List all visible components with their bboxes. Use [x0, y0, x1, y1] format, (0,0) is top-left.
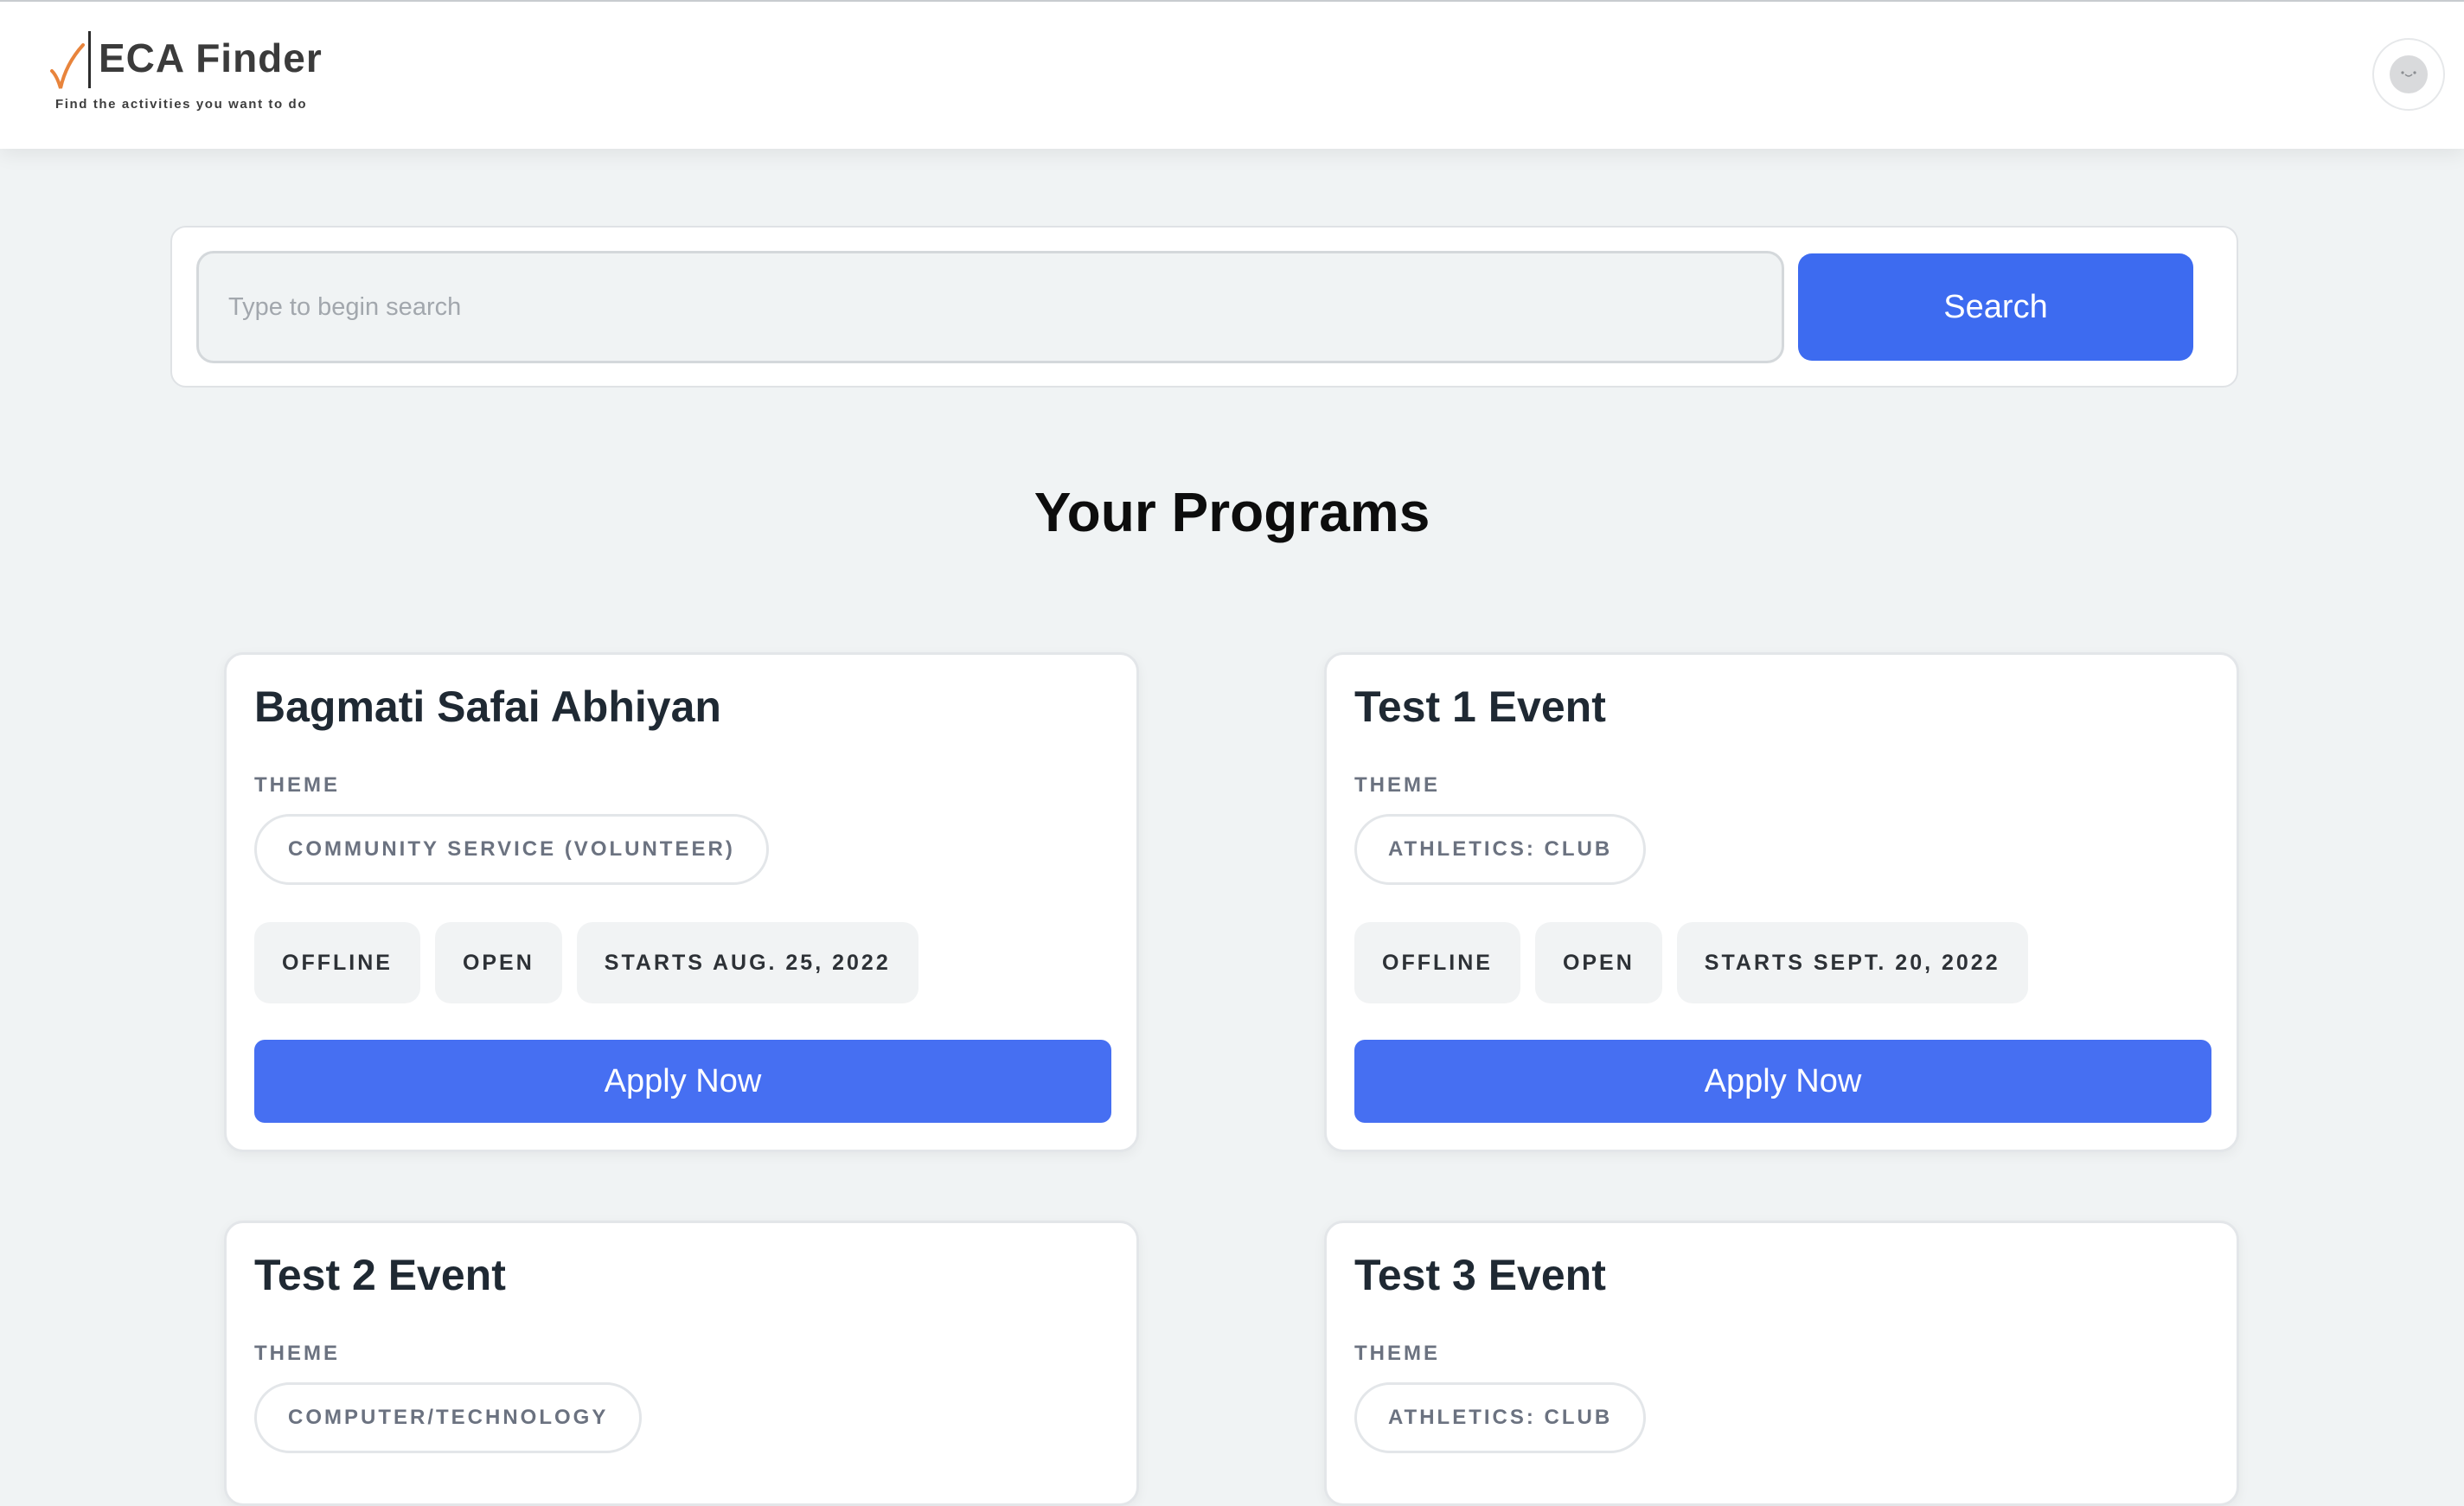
logo-tagline: Find the activities you want to do	[55, 97, 308, 112]
program-title: Bagmati Safai Abhiyan	[254, 683, 721, 731]
start-date-tag: STARTS SEPT. 20, 2022	[1676, 922, 2028, 1003]
status-tag: OPEN	[1534, 922, 1662, 1003]
mode-tag: OFFLINE	[254, 922, 420, 1003]
theme-badge: COMPUTER/TECHNOLOGY	[254, 1382, 643, 1453]
program-title: Test 2 Event	[254, 1251, 506, 1299]
page-title: Your Programs	[1034, 481, 1430, 543]
program-card: Test 2 Event THEME COMPUTER/TECHNOLOGY	[224, 1221, 1139, 1506]
program-tags: OFFLINE OPEN STARTS SEPT. 20, 2022	[1354, 922, 2028, 1003]
program-card: Test 1 Event THEME ATHLETICS: CLUB OFFLI…	[1324, 652, 2239, 1152]
apply-now-button[interactable]: Apply Now	[1354, 1040, 2211, 1123]
theme-label: THEME	[254, 1342, 340, 1365]
theme-label: THEME	[254, 773, 340, 797]
theme-badge: COMMUNITY SERVICE (VOLUNTEER)	[254, 814, 769, 885]
theme-label: THEME	[1354, 773, 1440, 797]
status-tag: OPEN	[434, 922, 562, 1003]
program-title: Test 1 Event	[1354, 683, 1606, 731]
program-tags: OFFLINE OPEN STARTS AUG. 25, 2022	[254, 922, 918, 1003]
theme-badge: ATHLETICS: CLUB	[1354, 814, 1647, 885]
program-card: Bagmati Safai Abhiyan THEME COMMUNITY SE…	[224, 652, 1139, 1152]
logo[interactable]: ECA Finder Find the activities you want …	[48, 28, 342, 119]
theme-label: THEME	[1354, 1342, 1440, 1365]
mode-tag: OFFLINE	[1354, 922, 1520, 1003]
search-input[interactable]	[196, 251, 1784, 363]
start-date-tag: STARTS AUG. 25, 2022	[576, 922, 918, 1003]
logo-divider	[88, 31, 91, 88]
search-button[interactable]: Search	[1798, 253, 2193, 361]
logo-title: ECA Finder	[99, 35, 323, 80]
theme-badge: ATHLETICS: CLUB	[1354, 1382, 1647, 1453]
apply-now-button[interactable]: Apply Now	[254, 1040, 1111, 1123]
checkmark-logo-icon	[50, 43, 85, 89]
top-header: ECA Finder Find the activities you want …	[0, 0, 2464, 149]
user-avatar-icon	[2390, 55, 2428, 93]
search-panel: Search	[170, 226, 2238, 388]
program-card: Test 3 Event THEME ATHLETICS: CLUB	[1324, 1221, 2239, 1506]
user-avatar-button[interactable]	[2372, 38, 2445, 111]
program-title: Test 3 Event	[1354, 1251, 1606, 1299]
